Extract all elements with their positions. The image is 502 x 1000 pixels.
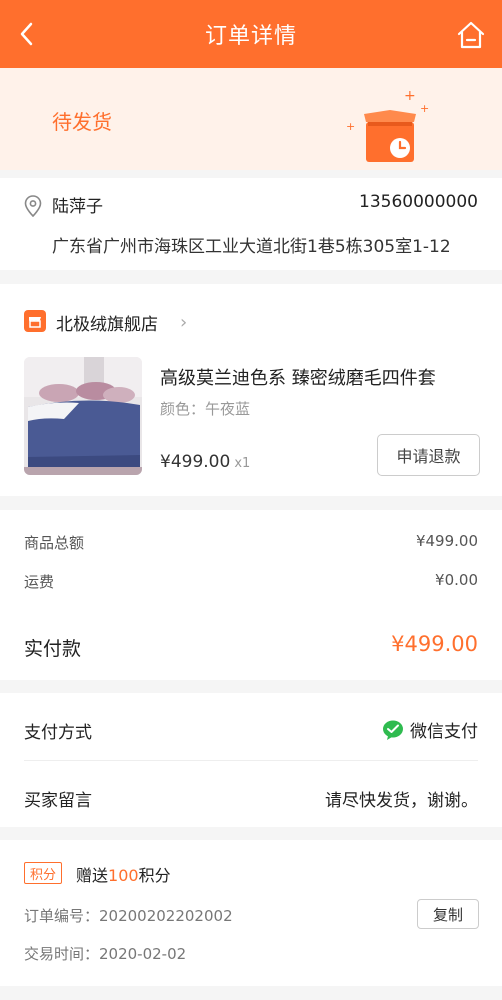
svg-text:+: + — [420, 102, 429, 115]
shipping-fee-label: 运费 — [24, 573, 55, 591]
shop-name-link[interactable]: 北极绒旗舰店 — [56, 310, 158, 335]
amount-summary: 商品总额 ¥499.00 运费 ¥0.00 实付款 ¥499.00 — [0, 510, 502, 680]
location-pin-icon — [24, 195, 42, 217]
recipient-phone: 13560000000 — [359, 192, 478, 212]
product-price: ¥499.00 x1 — [160, 452, 250, 472]
goods-total-label: 商品总额 — [24, 534, 85, 552]
trade-time: 交易时间：2020-02-02 — [24, 945, 187, 963]
actual-paid-value: ¥499.00 — [391, 632, 478, 656]
back-button[interactable] — [14, 20, 38, 48]
request-refund-button[interactable]: 申请退款 — [377, 434, 480, 476]
shop-card: 北极绒旗舰店 › 高级莫兰迪色系 臻密绒磨毛四件套 颜色：午夜蓝 ¥499.00… — [0, 284, 502, 496]
payment-method-value: 微信支付 — [382, 717, 478, 742]
top-bar: 订单详情 — [0, 0, 502, 68]
copy-order-number-button[interactable]: 复制 — [417, 899, 479, 929]
points-reward-text: 赠送100积分 — [76, 862, 171, 886]
product-title[interactable]: 高级莫兰迪色系 臻密绒磨毛四件套 — [160, 364, 436, 390]
product-image[interactable] — [24, 357, 142, 475]
payment-method-text: 微信支付 — [410, 722, 478, 742]
shipping-address-card: 陆萍子 13560000000 广东省广州市海珠区工业大道北街1巷5栋305室1… — [0, 178, 502, 270]
product-variant: 颜色：午夜蓝 — [160, 400, 251, 418]
points-suffix: 积分 — [138, 866, 171, 885]
recipient-name: 陆萍子 — [52, 197, 103, 217]
wechat-pay-icon — [383, 720, 403, 740]
order-number: 订单编号：20200202202002 — [24, 907, 233, 925]
chevron-left-icon — [20, 22, 33, 46]
actual-paid-label: 实付款 — [24, 638, 82, 660]
payment-method-label: 支付方式 — [24, 723, 92, 743]
points-prefix: 赠送 — [76, 866, 109, 885]
product-quantity: x1 — [234, 456, 251, 471]
goods-total-value: ¥499.00 — [415, 532, 478, 550]
buyer-message-label: 买家留言 — [24, 791, 92, 811]
home-button[interactable] — [456, 20, 486, 50]
chevron-right-icon[interactable]: › — [180, 312, 187, 333]
payment-info: 支付方式 微信支付 买家留言 请尽快发货，谢谢。 — [0, 693, 502, 827]
order-status-text: 待发货 — [52, 110, 112, 134]
shop-icon — [24, 310, 46, 332]
page-title: 订单详情 — [204, 24, 297, 49]
package-clock-icon: + + + — [346, 88, 429, 162]
order-meta: 积分 赠送100积分 订单编号：20200202202002 复制 交易时间：2… — [0, 840, 502, 986]
home-icon — [457, 21, 485, 49]
buyer-message-value: 请尽快发货，谢谢。 — [325, 791, 478, 811]
points-badge: 积分 — [24, 862, 63, 884]
address-detail: 广东省广州市海珠区工业大道北街1巷5栋305室1-12 — [52, 237, 451, 257]
product-price-value: ¥499.00 — [160, 452, 231, 472]
svg-text:+: + — [404, 88, 416, 104]
divider — [24, 760, 478, 761]
points-amount: 100 — [108, 866, 139, 885]
order-status-banner: 待发货 + + + — [0, 68, 502, 170]
shipping-fee-value: ¥0.00 — [435, 571, 478, 589]
svg-text:+: + — [346, 120, 355, 133]
